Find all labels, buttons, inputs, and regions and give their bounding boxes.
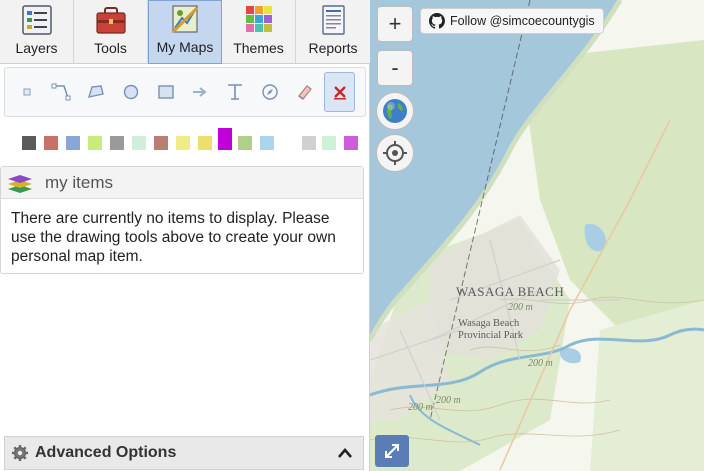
advanced-options-bar[interactable]: Advanced Options <box>4 436 364 470</box>
elevation-label: 200 m <box>528 358 553 369</box>
color-swatch[interactable] <box>322 136 336 150</box>
rectangle-icon <box>157 85 174 99</box>
eraser-icon <box>298 85 312 100</box>
layers-list-icon <box>21 5 52 35</box>
erase-button[interactable] <box>289 72 320 112</box>
color-swatch[interactable] <box>154 136 168 150</box>
draw-line-button[interactable] <box>46 72 77 112</box>
delete-all-button[interactable] <box>324 72 356 112</box>
gear-icon <box>12 445 28 461</box>
zoom-in-button[interactable]: + <box>377 6 413 42</box>
color-swatch[interactable] <box>110 136 124 150</box>
color-palette <box>22 126 362 150</box>
map-terrain <box>370 0 704 471</box>
color-swatch[interactable] <box>344 136 358 150</box>
tab-label: My Maps <box>156 39 214 55</box>
place-label: WASAGA BEACH <box>456 284 565 299</box>
park-label-line-1: Wasaga Beach <box>458 318 520 329</box>
line-icon <box>51 83 71 101</box>
tab-layers[interactable]: Layers <box>0 0 74 64</box>
delete-icon <box>333 86 346 100</box>
tab-bar: Layers Tools My Maps Themes Reports <box>0 0 370 64</box>
point-icon <box>23 88 30 96</box>
map-view[interactable]: WASAGA BEACH Wasaga Beach Provincial Par… <box>370 0 704 471</box>
report-document-icon <box>322 5 345 35</box>
draw-text-button[interactable] <box>220 72 251 112</box>
draw-arrow-button[interactable] <box>185 72 216 112</box>
follow-label: Follow @simcoecountygis <box>450 14 595 28</box>
expand-icon <box>385 444 399 458</box>
zoom-out-button[interactable]: - <box>377 50 413 86</box>
color-swatch[interactable] <box>66 136 80 150</box>
globe-button[interactable] <box>376 92 414 130</box>
chevron-up-icon[interactable] <box>337 446 353 460</box>
empty-items-message: There are currently no items to display.… <box>11 210 336 265</box>
color-swatch[interactable] <box>218 128 232 150</box>
color-swatch[interactable] <box>260 136 274 150</box>
color-swatch[interactable] <box>176 136 190 150</box>
color-swatch[interactable] <box>238 136 252 150</box>
compass-icon <box>262 84 278 100</box>
tab-my-maps[interactable]: My Maps <box>148 0 222 64</box>
themes-grid-icon <box>245 6 272 32</box>
color-swatch[interactable] <box>44 136 58 150</box>
tab-label: Reports <box>308 40 358 56</box>
github-icon <box>429 13 445 29</box>
app-window: Layers Tools My Maps Themes Reports my i… <box>0 0 704 471</box>
drawing-toolbar <box>4 67 366 117</box>
globe-icon <box>383 99 407 123</box>
elevation-label: 200 m <box>408 402 433 413</box>
tab-label: Themes <box>233 40 284 56</box>
measure-button[interactable] <box>255 72 286 112</box>
tab-tools[interactable]: Tools <box>74 0 148 64</box>
tab-themes[interactable]: Themes <box>222 0 296 64</box>
elevation-label: 200 m <box>436 395 461 406</box>
tab-label: Tools <box>94 40 127 56</box>
my-items-panel: my items There are currently no items to… <box>0 166 364 274</box>
crosshair-icon <box>383 141 407 165</box>
layers-stack-icon <box>8 174 32 193</box>
circle-icon <box>123 84 139 100</box>
side-panel: Layers Tools My Maps Themes Reports my i… <box>0 0 370 471</box>
github-follow-button[interactable]: Follow @simcoecountygis <box>420 8 604 34</box>
color-swatch[interactable] <box>88 136 102 150</box>
color-swatch[interactable] <box>22 136 36 150</box>
text-icon <box>228 84 243 100</box>
draw-circle-button[interactable] <box>115 72 146 112</box>
elevation-label: 200 m <box>508 302 533 313</box>
my-items-header: my items <box>1 167 363 199</box>
tab-label: Layers <box>15 40 58 56</box>
locate-button[interactable] <box>376 134 414 172</box>
draw-point-button[interactable] <box>11 72 42 112</box>
draw-polygon-button[interactable] <box>81 72 112 112</box>
color-swatch[interactable] <box>132 136 146 150</box>
tab-reports[interactable]: Reports <box>296 0 370 64</box>
color-swatch[interactable] <box>198 136 212 150</box>
arrow-icon <box>193 87 208 97</box>
fullscreen-button[interactable] <box>375 435 409 467</box>
my-items-title: my items <box>45 172 113 192</box>
toolbox-icon <box>95 7 126 34</box>
park-label-line-2: Provincial Park <box>458 330 524 341</box>
draw-rectangle-button[interactable] <box>150 72 181 112</box>
color-swatch[interactable] <box>302 136 316 150</box>
map-ruler-icon <box>171 5 199 34</box>
polygon-icon <box>88 85 104 98</box>
advanced-options-label: Advanced Options <box>35 444 177 461</box>
